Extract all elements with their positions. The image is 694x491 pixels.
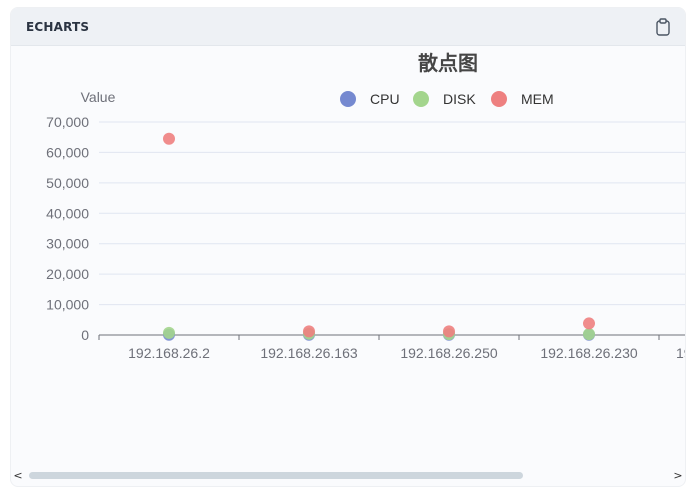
chart-card: ECHARTS 散点图 CPU DISK MEM Value 0 10,000 20,0… [10, 7, 686, 487]
y-tick-label: 10,000 [46, 297, 89, 313]
chart-title: 散点图 [418, 51, 478, 75]
clipboard-icon[interactable] [655, 17, 671, 36]
y-tick-label: 40,000 [46, 205, 89, 221]
data-point-mem [443, 325, 455, 338]
y-tick-label: 0 [81, 327, 89, 343]
card-header: ECHARTS [11, 8, 685, 46]
legend-marker-disk [413, 91, 429, 107]
data-point-mem [583, 317, 595, 330]
scatter-chart: 散点图 CPU DISK MEM Value 0 10,000 20,000 30,000… [46, 51, 685, 361]
legend-marker-cpu [340, 91, 356, 107]
data-point-disk [583, 328, 595, 341]
y-tick-label: 30,000 [46, 236, 89, 252]
legend-marker-mem [491, 91, 507, 107]
x-tick-label: 19 [676, 345, 685, 361]
chevron-right-icon[interactable]: > [671, 469, 685, 482]
x-axis: 192.168.26.2 192.168.26.163 192.168.26.250… [98, 334, 685, 361]
data-points [163, 132, 595, 341]
chart-legend: CPU DISK MEM [340, 91, 554, 107]
x-tick-label: 192.168.26.230 [540, 345, 638, 361]
card-title: ECHARTS [26, 19, 90, 34]
y-tick-label: 70,000 [46, 114, 89, 130]
scroll-track[interactable] [25, 471, 671, 479]
x-tick-label: 192.168.26.163 [260, 345, 358, 361]
legend-label-cpu: CPU [370, 91, 400, 107]
legend-label-disk: DISK [443, 91, 476, 107]
chevron-left-icon[interactable]: < [11, 469, 25, 482]
x-tick-label: 192.168.26.250 [400, 345, 498, 361]
y-tick-label: 20,000 [46, 266, 89, 282]
y-tick-label: 60,000 [46, 144, 89, 160]
grid-lines [99, 121, 685, 306]
y-tick-label: 50,000 [46, 175, 89, 191]
y-axis-ticks: 0 10,000 20,000 30,000 40,000 50,000 60,000 70,… [46, 114, 89, 343]
scroll-thumb[interactable] [29, 471, 523, 479]
data-point-mem [163, 132, 175, 145]
data-point-mem [303, 325, 315, 338]
y-axis-title: Value [81, 89, 116, 105]
data-point-disk [163, 326, 175, 339]
legend-label-mem: MEM [521, 91, 554, 107]
horizontal-scrollbar[interactable]: < > [11, 464, 685, 486]
x-tick-label: 192.168.26.2 [128, 345, 210, 361]
